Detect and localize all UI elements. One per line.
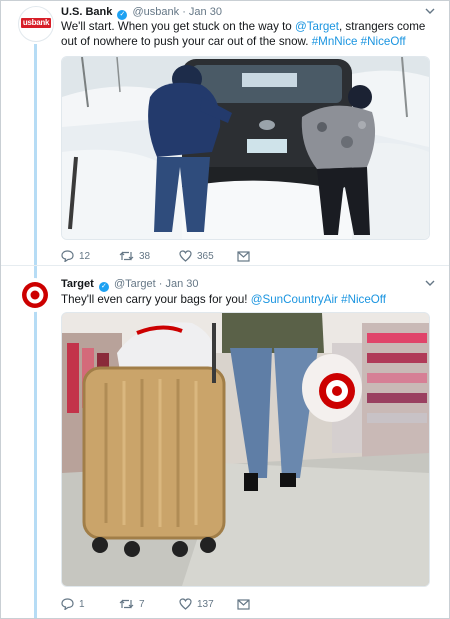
reply-button[interactable]: 12 <box>61 249 90 263</box>
tweet-header: U.S. Bank ✓ @usbank · Jan 30 <box>61 6 222 20</box>
tweet-text-part: We'll start. When you get stuck on the w… <box>61 20 295 33</box>
mention-link[interactable]: @SunCountryAir <box>251 293 338 306</box>
tweet-text: They'll even carry your bags for you! @S… <box>61 292 441 307</box>
retweet-icon <box>119 599 134 609</box>
tweet-date[interactable]: Jan 30 <box>189 6 222 18</box>
dm-icon <box>237 250 250 262</box>
reply-icon <box>61 250 74 262</box>
author-name[interactable]: U.S. Bank <box>61 6 112 18</box>
tweet-divider <box>1 265 449 266</box>
dm-button[interactable] <box>237 249 255 263</box>
tweet-usbank[interactable]: usbank U.S. Bank ✓ @usbank · Jan 30 We'l… <box>1 1 449 264</box>
retweet-button[interactable]: 38 <box>119 249 150 263</box>
chevron-down-icon[interactable] <box>425 279 435 287</box>
reply-count: 12 <box>79 250 91 262</box>
tweet-photo-snow-car[interactable] <box>61 56 430 240</box>
like-icon <box>179 598 192 610</box>
hashtag-links[interactable]: #MnNice #NiceOff <box>312 35 406 48</box>
retweet-icon <box>119 251 134 261</box>
snow-car-photo <box>62 57 429 239</box>
like-button[interactable]: 137 <box>179 597 214 611</box>
like-count: 365 <box>197 250 214 262</box>
avatar-usbank[interactable]: usbank <box>18 6 54 42</box>
tweet-target[interactable]: Target ✓ @Target · Jan 30 They'll even c… <box>1 267 449 618</box>
like-count: 137 <box>197 598 214 610</box>
hashtag-links[interactable]: #NiceOff <box>341 293 386 306</box>
author-handle[interactable]: @usbank <box>132 6 179 18</box>
tweet-header: Target ✓ @Target · Jan 30 <box>61 278 199 292</box>
tweet-text-part: They'll even carry your bags for you! <box>61 293 251 306</box>
target-logo <box>22 282 48 308</box>
dm-icon <box>237 598 250 610</box>
timeline-frame: usbank U.S. Bank ✓ @usbank · Jan 30 We'l… <box>0 0 450 619</box>
retweet-button[interactable]: 7 <box>119 597 145 611</box>
separator: · <box>158 278 163 290</box>
dm-button[interactable] <box>237 597 255 611</box>
author-handle[interactable]: @Target <box>114 278 156 290</box>
separator: · <box>182 6 186 18</box>
like-icon <box>179 250 192 262</box>
verified-badge-icon: ✓ <box>98 282 109 292</box>
reply-button[interactable]: 1 <box>61 597 85 611</box>
author-name[interactable]: Target <box>61 278 94 290</box>
chevron-down-icon[interactable] <box>425 7 435 15</box>
usbank-logo: usbank <box>21 18 51 28</box>
avatar-target[interactable] <box>18 278 52 312</box>
reply-icon <box>61 598 74 610</box>
suitcase-store-photo <box>62 313 429 586</box>
tweet-text: We'll start. When you get stuck on the w… <box>61 19 441 49</box>
tweet-date[interactable]: Jan 30 <box>165 278 198 290</box>
retweet-count: 38 <box>139 250 151 262</box>
tweet-photo-suitcase[interactable] <box>61 312 430 587</box>
like-button[interactable]: 365 <box>179 249 214 263</box>
reply-count: 1 <box>79 598 85 610</box>
retweet-count: 7 <box>139 598 145 610</box>
mention-link[interactable]: @Target <box>295 20 339 33</box>
